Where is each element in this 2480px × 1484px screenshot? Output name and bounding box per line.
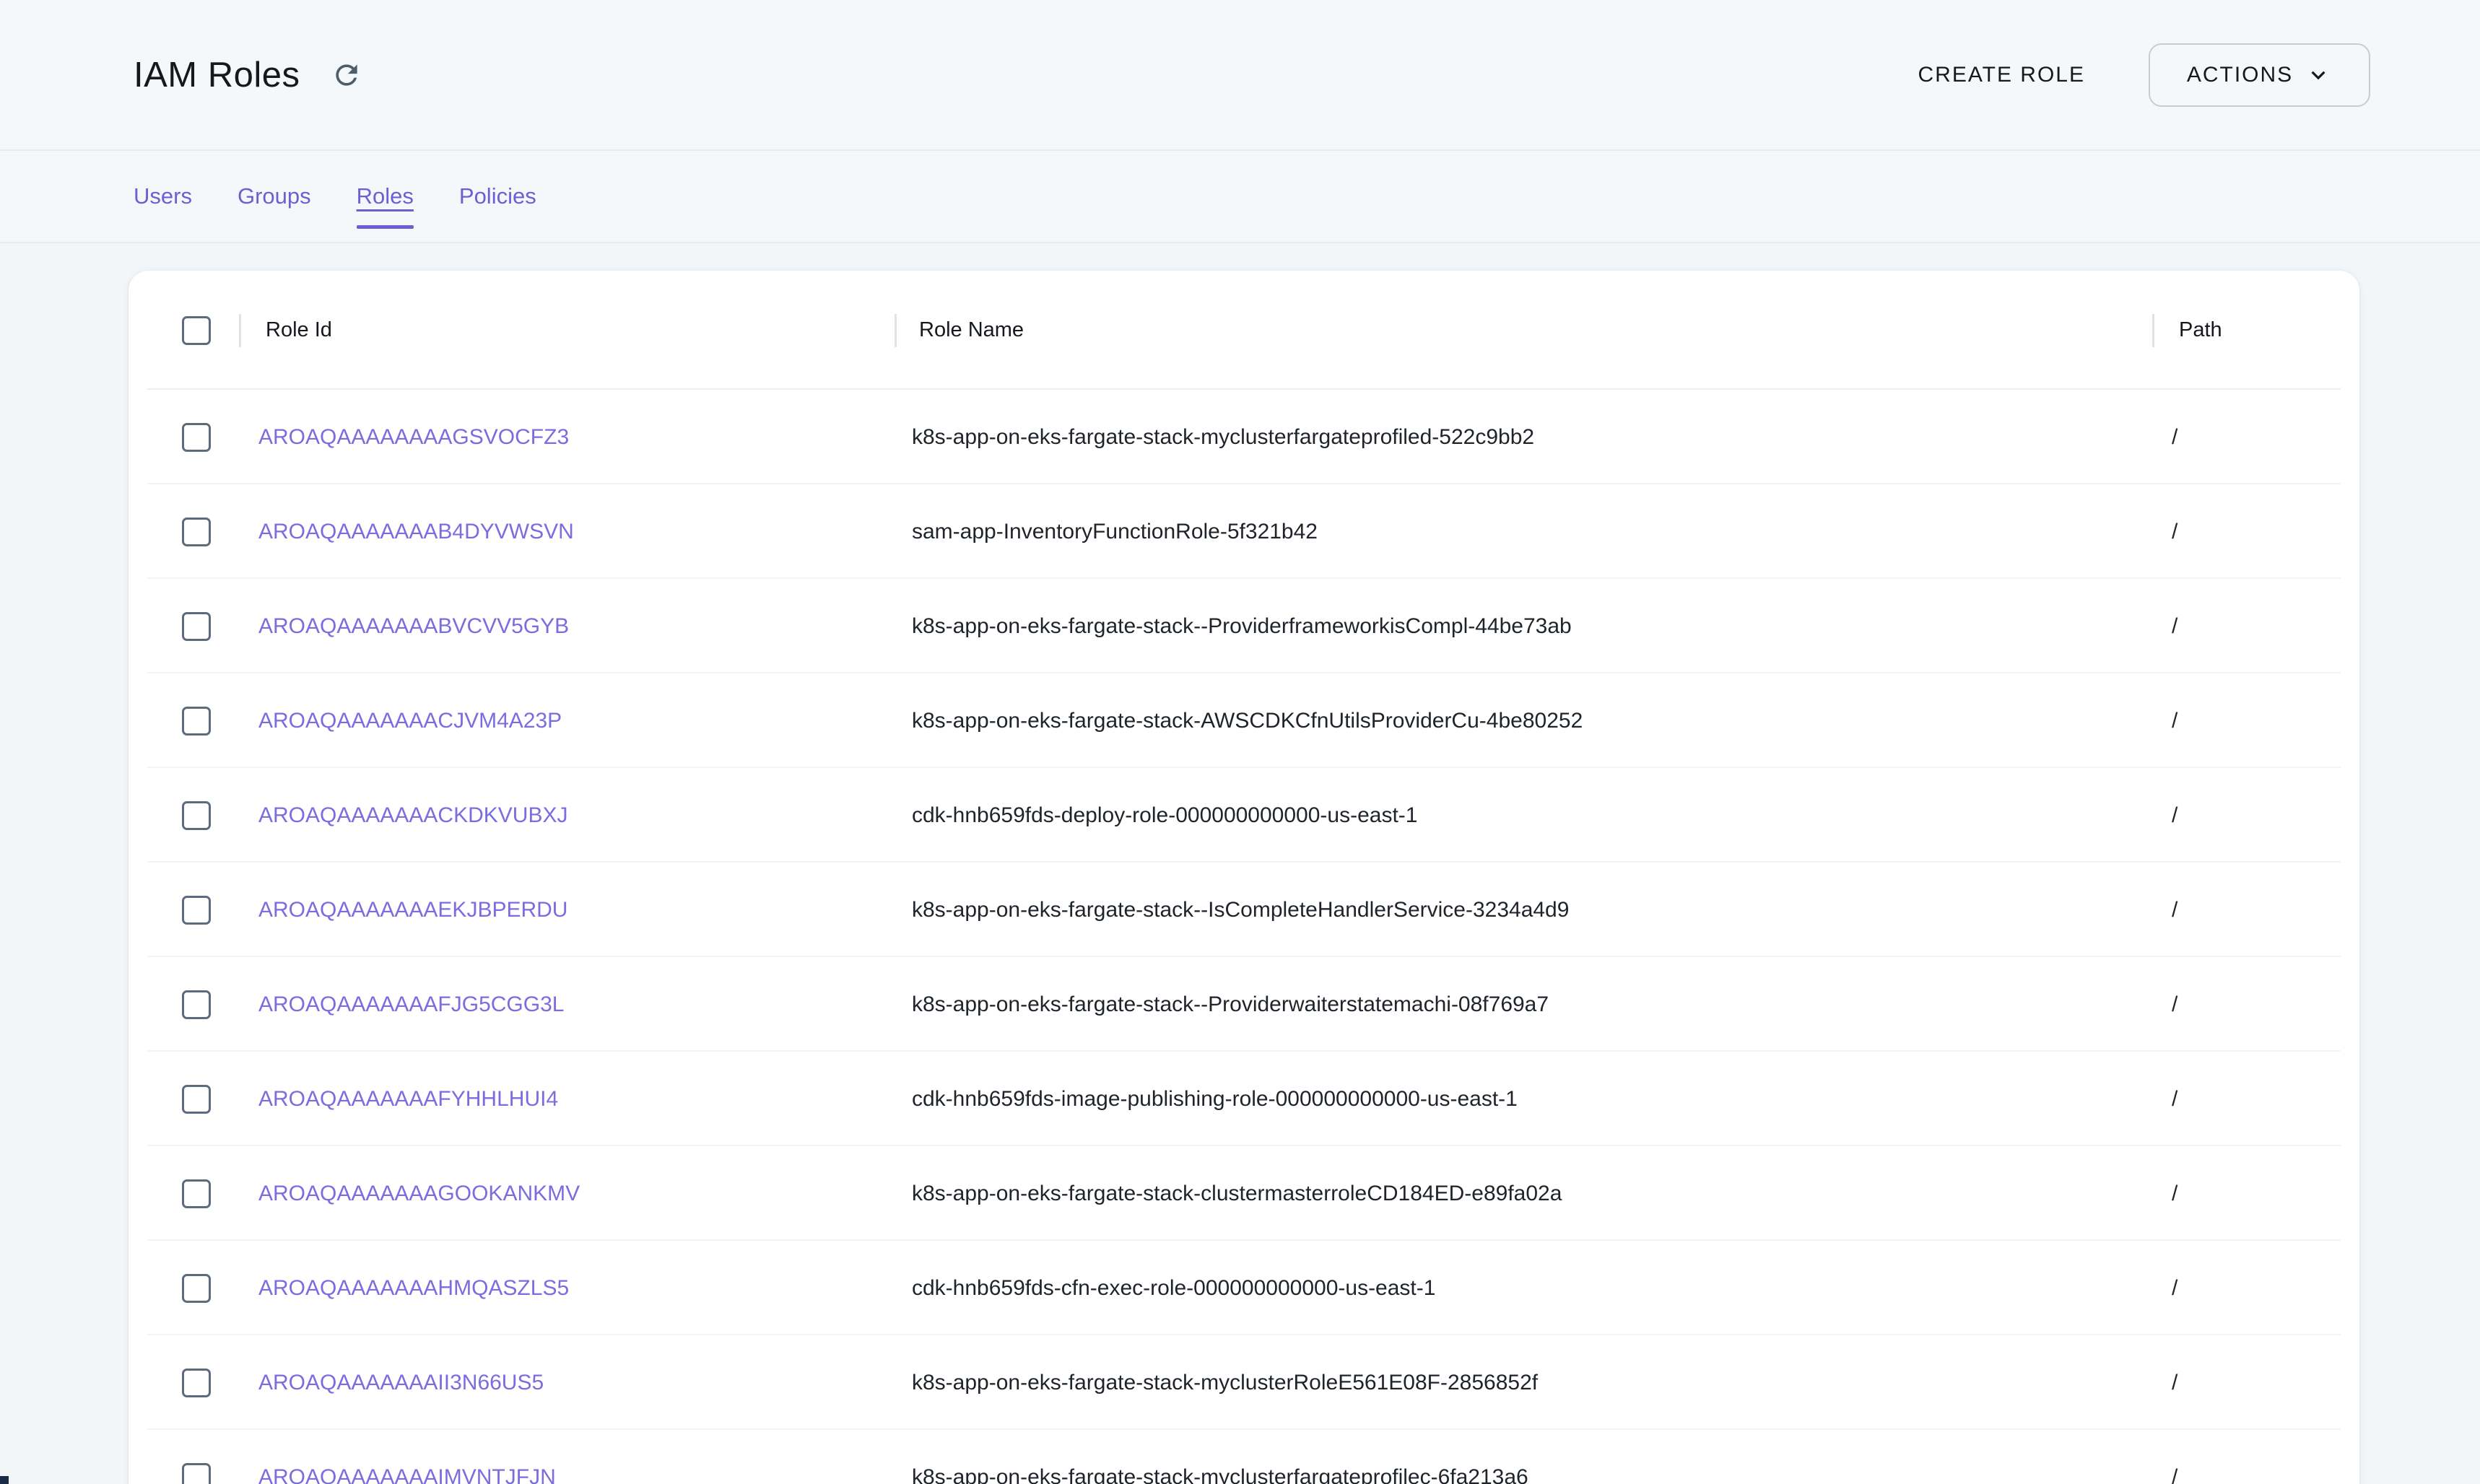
column-separator <box>895 314 897 347</box>
role-id-link[interactable]: AROAQAAAAAAABVCVV5GYB <box>258 614 912 639</box>
table-row: AROAQAAAAAAAFJG5CGG3L k8s-app-on-eks-far… <box>129 957 2359 1052</box>
row-checkbox[interactable] <box>182 518 211 546</box>
iam-tabs: Users Groups Roles Policies <box>0 151 2480 243</box>
row-checkbox[interactable] <box>182 612 211 641</box>
role-id-link[interactable]: AROAQAAAAAAAIMVNTJFJN <box>258 1465 912 1484</box>
header-actions: CREATE ROLE ACTIONS <box>1902 43 2371 107</box>
refresh-icon <box>331 59 362 91</box>
role-path-cell: / <box>2172 520 2359 544</box>
role-path-cell: / <box>2172 1465 2359 1484</box>
row-checkbox[interactable] <box>182 1369 211 1397</box>
role-name-cell: k8s-app-on-eks-fargate-stack--IsComplete… <box>912 898 2172 922</box>
role-name-cell: k8s-app-on-eks-fargate-stack-clustermast… <box>912 1182 2172 1206</box>
role-name-cell: cdk-hnb659fds-cfn-exec-role-000000000000… <box>912 1276 2172 1301</box>
table-row: AROAQAAAAAAABVCVV5GYB k8s-app-on-eks-far… <box>129 579 2359 673</box>
main-content: Role Id Role Name Path AROAQAAAAAAAAGSVO… <box>0 243 2480 1484</box>
table-row: AROAQAAAAAAAEKJBPERDU k8s-app-on-eks-far… <box>129 863 2359 957</box>
chevron-down-icon <box>2305 61 2332 89</box>
table-row: AROAQAAAAAAACJVM4A23P k8s-app-on-eks-far… <box>129 673 2359 768</box>
row-checkbox[interactable] <box>182 1179 211 1208</box>
role-path-cell: / <box>2172 1087 2359 1112</box>
row-checkbox[interactable] <box>182 801 211 830</box>
role-path-cell: / <box>2172 898 2359 922</box>
table-row: AROAQAAAAAAAGOOKANKMV k8s-app-on-eks-far… <box>129 1146 2359 1241</box>
role-path-cell: / <box>2172 709 2359 733</box>
role-name-cell: k8s-app-on-eks-fargate-stack-AWSCDKCfnUt… <box>912 709 2172 733</box>
role-name-cell: cdk-hnb659fds-image-publishing-role-0000… <box>912 1087 2172 1112</box>
role-path-cell: / <box>2172 1276 2359 1301</box>
tab-policies[interactable]: Policies <box>459 183 536 209</box>
page-header: IAM Roles CREATE ROLE ACTIONS <box>0 0 2480 151</box>
role-name-cell: k8s-app-on-eks-fargate-stack-myclusterfa… <box>912 1465 2172 1484</box>
role-id-link[interactable]: AROAQAAAAAAACKDKVUBXJ <box>258 803 912 828</box>
tab-users[interactable]: Users <box>134 183 192 209</box>
tab-roles[interactable]: Roles <box>357 183 414 209</box>
role-name-cell: cdk-hnb659fds-deploy-role-000000000000-u… <box>912 803 2172 828</box>
column-header-role-id: Role Id <box>258 318 912 342</box>
tab-groups[interactable]: Groups <box>238 183 311 209</box>
column-header-path: Path <box>2172 318 2359 342</box>
table-header-row: Role Id Role Name Path <box>129 271 2359 390</box>
column-header-role-name: Role Name <box>912 318 2172 342</box>
table-body: AROAQAAAAAAAAGSVOCFZ3 k8s-app-on-eks-far… <box>129 390 2359 1484</box>
role-path-cell: / <box>2172 1182 2359 1206</box>
create-role-button[interactable]: CREATE ROLE <box>1902 50 2102 100</box>
role-id-link[interactable]: AROAQAAAAAAACJVM4A23P <box>258 709 912 733</box>
table-row: AROAQAAAAAAACKDKVUBXJ cdk-hnb659fds-depl… <box>129 768 2359 863</box>
role-path-cell: / <box>2172 614 2359 639</box>
role-path-cell: / <box>2172 425 2359 450</box>
role-id-link[interactable]: AROAQAAAAAAAFJG5CGG3L <box>258 992 912 1017</box>
row-checkbox[interactable] <box>182 1463 211 1484</box>
role-name-cell: k8s-app-on-eks-fargate-stack--Providerwa… <box>912 992 2172 1017</box>
table-row: AROAQAAAAAAAFYHHLHUI4 cdk-hnb659fds-imag… <box>129 1052 2359 1146</box>
viewport-corner-artifact <box>0 1476 9 1484</box>
row-checkbox[interactable] <box>182 1085 211 1114</box>
role-id-link[interactable]: AROAQAAAAAAAGOOKANKMV <box>258 1182 912 1206</box>
roles-table-card: Role Id Role Name Path AROAQAAAAAAAAGSVO… <box>129 271 2359 1484</box>
table-row: AROAQAAAAAAAB4DYVWSVN sam-app-InventoryF… <box>129 484 2359 579</box>
column-separator <box>239 314 241 347</box>
title-group: IAM Roles <box>134 55 367 95</box>
table-row: AROAQAAAAAAAHMQASZLS5 cdk-hnb659fds-cfn-… <box>129 1241 2359 1335</box>
row-checkbox[interactable] <box>182 1274 211 1303</box>
refresh-button[interactable] <box>326 55 367 95</box>
row-checkbox[interactable] <box>182 990 211 1019</box>
table-row: AROAQAAAAAAAII3N66US5 k8s-app-on-eks-far… <box>129 1335 2359 1430</box>
role-id-link[interactable]: AROAQAAAAAAAEKJBPERDU <box>258 898 912 922</box>
role-path-cell: / <box>2172 803 2359 828</box>
role-id-link[interactable]: AROAQAAAAAAAB4DYVWSVN <box>258 520 912 544</box>
actions-button[interactable]: ACTIONS <box>2149 43 2370 107</box>
role-id-link[interactable]: AROAQAAAAAAAAGSVOCFZ3 <box>258 425 912 450</box>
role-id-link[interactable]: AROAQAAAAAAAFYHHLHUI4 <box>258 1087 912 1112</box>
role-id-link[interactable]: AROAQAAAAAAAHMQASZLS5 <box>258 1276 912 1301</box>
role-path-cell: / <box>2172 992 2359 1017</box>
role-path-cell: / <box>2172 1371 2359 1395</box>
role-id-link[interactable]: AROAQAAAAAAAII3N66US5 <box>258 1371 912 1395</box>
role-name-cell: k8s-app-on-eks-fargate-stack-myclusterRo… <box>912 1371 2172 1395</box>
role-name-cell: k8s-app-on-eks-fargate-stack--Providerfr… <box>912 614 2172 639</box>
role-name-cell: k8s-app-on-eks-fargate-stack-myclusterfa… <box>912 425 2172 450</box>
actions-button-label: ACTIONS <box>2187 63 2293 87</box>
role-name-cell: sam-app-InventoryFunctionRole-5f321b42 <box>912 520 2172 544</box>
column-separator <box>2152 314 2154 347</box>
page-title: IAM Roles <box>134 55 300 95</box>
select-all-checkbox[interactable] <box>182 316 211 345</box>
table-row: AROAQAAAAAAAAGSVOCFZ3 k8s-app-on-eks-far… <box>129 390 2359 484</box>
table-row: AROAQAAAAAAAIMVNTJFJN k8s-app-on-eks-far… <box>129 1430 2359 1484</box>
row-checkbox[interactable] <box>182 896 211 925</box>
row-checkbox[interactable] <box>182 707 211 736</box>
row-checkbox[interactable] <box>182 423 211 452</box>
